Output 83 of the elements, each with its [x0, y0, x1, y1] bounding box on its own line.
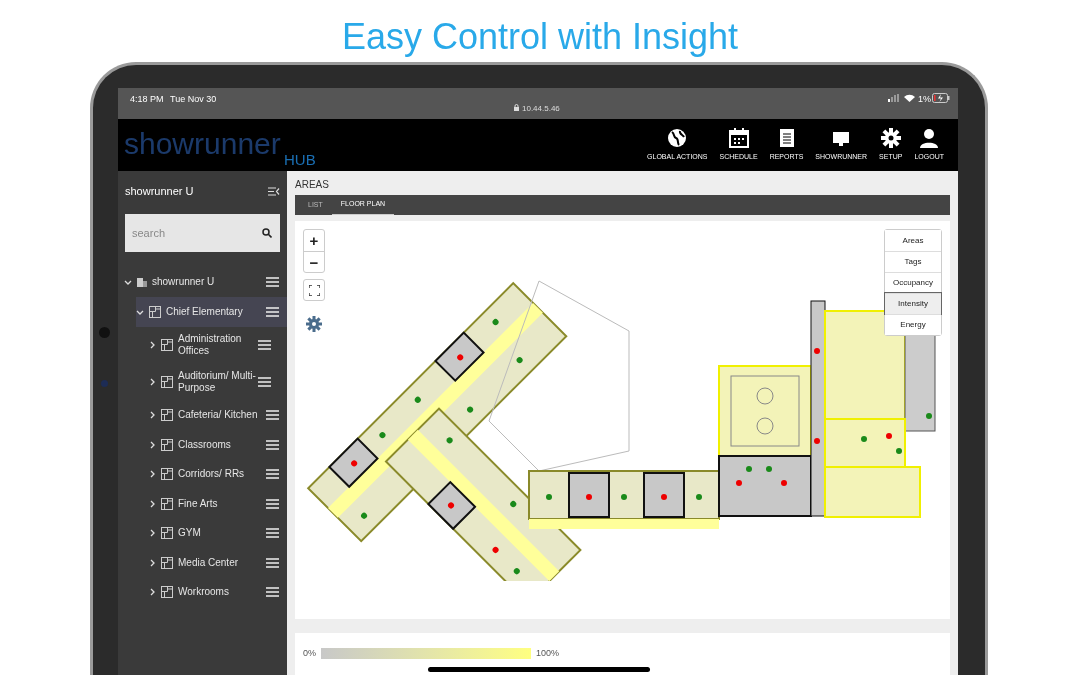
tree-item[interactable]: showrunner U — [124, 267, 287, 297]
tree-item[interactable]: Auditorium/ Multi-Purpose — [148, 363, 287, 401]
calendar-icon — [728, 127, 749, 148]
chevron-right-icon[interactable] — [148, 411, 156, 420]
menu-icon[interactable] — [266, 306, 279, 317]
globe-icon — [667, 127, 688, 148]
sensor-icon — [101, 380, 108, 387]
menu-icon[interactable] — [266, 587, 279, 598]
menu-icon[interactable] — [258, 377, 271, 387]
tree-item-label: Fine Arts — [178, 497, 219, 510]
menu-icon[interactable] — [258, 340, 271, 350]
floor-plan-icon — [161, 527, 173, 540]
zoom-button[interactable]: + — [304, 230, 324, 252]
tree-item-label: Classrooms — [178, 438, 232, 451]
tree-item[interactable]: Cafeteria/ Kitchen — [148, 400, 287, 430]
tree-item[interactable]: Fine Arts — [148, 489, 287, 519]
settings-icon[interactable] — [306, 316, 322, 333]
signal-icon — [888, 94, 900, 102]
status-date: Tue Nov 30 — [170, 93, 217, 106]
tree-item-label: Media Center — [178, 556, 240, 569]
building-icon — [137, 277, 147, 287]
chevron-right-icon[interactable] — [148, 440, 156, 449]
menu-icon[interactable] — [266, 410, 279, 421]
battery-percent: 1% — [918, 93, 931, 106]
page-title: AREAS — [295, 178, 330, 192]
url-text: 10.44.5.46 — [522, 103, 560, 115]
wifi-icon — [904, 94, 915, 102]
floor-plan-icon — [161, 376, 173, 388]
tree-item[interactable]: Chief Elementary — [136, 297, 287, 327]
menu-icon[interactable] — [266, 557, 279, 568]
floor-plan-icon — [161, 409, 173, 422]
sidebar-title: showrunner U — [125, 184, 194, 199]
chevron-down-icon[interactable] — [124, 278, 132, 287]
battery-icon — [932, 93, 950, 103]
tree-item-label: showrunner U — [152, 276, 216, 289]
tree-item[interactable]: Administration Offices — [148, 326, 287, 364]
legend-min-label: 0% — [303, 647, 316, 661]
tree-item-label: Cafeteria/ Kitchen — [178, 409, 259, 422]
lock-icon — [514, 104, 519, 111]
menu-icon[interactable] — [266, 439, 279, 450]
floor-plan-icon — [161, 339, 173, 351]
search-field[interactable]: search — [125, 213, 280, 252]
tree-item[interactable]: Workrooms — [148, 577, 287, 607]
layer-button[interactable]: Energy — [885, 314, 941, 336]
floor-plan-icon — [161, 438, 173, 451]
camera-icon — [99, 327, 110, 338]
tree-item-label: Workrooms — [178, 586, 230, 599]
collapse-sidebar-icon[interactable] — [268, 186, 280, 196]
floor-plan-icon — [161, 497, 173, 510]
search-icon[interactable] — [262, 227, 272, 238]
tree-item-label: Auditorium/ Multi-Purpose — [178, 370, 257, 394]
zoom-button[interactable]: − — [304, 251, 324, 273]
chevron-right-icon[interactable] — [148, 470, 156, 479]
menu-icon[interactable] — [266, 469, 279, 480]
tree-item-label: Corridors/ RRs — [178, 468, 246, 481]
headline: Easy Control with Insight — [340, 15, 740, 59]
fullscreen-icon — [308, 284, 320, 296]
tree-item[interactable]: Media Center — [148, 548, 287, 578]
menu-icon[interactable] — [266, 277, 279, 288]
tree-item-label: GYM — [178, 527, 202, 540]
chevron-right-icon[interactable] — [148, 499, 156, 508]
legend-max-label: 100% — [536, 647, 560, 661]
floor-plan-icon — [161, 468, 173, 481]
tree-item-label: Chief Elementary — [166, 305, 244, 318]
menu-icon[interactable] — [266, 498, 279, 509]
chevron-right-icon[interactable] — [148, 378, 156, 386]
tree-item[interactable]: Corridors/ RRs — [148, 459, 287, 489]
chevron-right-icon[interactable] — [148, 529, 156, 538]
menu-icon[interactable] — [266, 528, 279, 539]
status-time: 4:18 PM — [130, 93, 164, 106]
settings-icon — [880, 127, 901, 148]
chevron-right-icon[interactable] — [148, 588, 156, 597]
chevron-right-icon[interactable] — [148, 341, 156, 349]
fullscreen-button[interactable] — [303, 279, 325, 302]
floor-plan-icon — [161, 556, 173, 569]
tree-item[interactable]: GYM — [148, 518, 287, 548]
floor-plan-icon — [161, 586, 173, 599]
tree-item-label: Administration Offices — [178, 333, 243, 357]
floor-plan-icon — [149, 305, 161, 318]
chevron-right-icon[interactable] — [148, 558, 156, 567]
tree-item[interactable]: Classrooms — [148, 430, 287, 460]
user-icon — [919, 127, 940, 148]
layer-button[interactable]: Intensity — [885, 293, 941, 315]
